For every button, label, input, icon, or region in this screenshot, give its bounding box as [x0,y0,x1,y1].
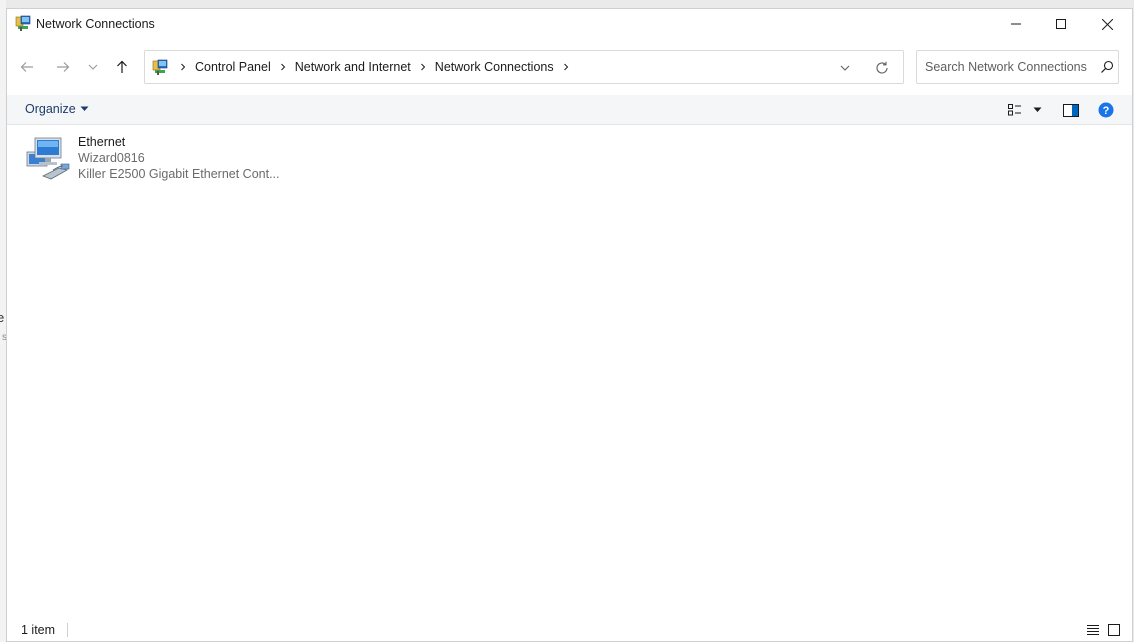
connection-name: Ethernet [78,135,126,149]
chevron-down-icon [840,65,850,71]
caret-down-icon [1033,107,1041,112]
background-text: e [0,310,5,325]
address-history-button[interactable] [837,60,853,76]
back-button[interactable] [13,50,41,84]
connection-adapter: Killer E2500 Gigabit Ethernet Cont... [78,167,280,181]
recent-locations-button[interactable] [81,50,105,84]
title-bar[interactable]: Network Connections [7,9,1132,39]
forward-arrow-icon [57,62,70,72]
status-bar: 1 item [7,617,1132,641]
back-arrow-icon [20,62,33,72]
up-arrow-icon [117,60,127,73]
details-view-button[interactable] [1086,623,1100,637]
breadcrumb-control-panel[interactable]: Control Panel [193,60,273,74]
item-count: 1 item [21,623,56,637]
details-view-icon [1087,625,1099,635]
status-divider [67,623,68,637]
list-item[interactable]: Ethernet Wizard0816 Killer E2500 Gigabit… [21,132,280,184]
forward-button[interactable] [49,50,77,84]
network-connections-icon [15,15,31,31]
preview-pane-button[interactable] [1062,101,1080,119]
chevron-down-icon [88,64,98,70]
svg-text:?: ? [1103,105,1110,117]
help-icon: ? [1098,102,1114,118]
search-icon[interactable] [1100,60,1114,74]
chevron-right-icon[interactable] [556,57,576,77]
minimize-button[interactable] [993,9,1039,39]
up-button[interactable] [108,50,136,84]
maximize-icon [1056,19,1066,29]
address-bar[interactable]: Control Panel Network and Internet Netwo… [144,50,904,84]
view-options-button[interactable] [1031,101,1043,119]
network-connections-window: Network Connections Control Panel Networ… [6,8,1133,642]
chevron-right-icon[interactable] [273,57,293,77]
maximize-button[interactable] [1038,9,1084,39]
search-input[interactable] [925,59,1095,75]
caret-down-icon [80,106,89,111]
breadcrumb: Control Panel Network and Internet Netwo… [173,51,576,83]
change-view-button[interactable] [1007,101,1023,119]
connections-list: Ethernet Wizard0816 Killer E2500 Gigabit… [7,126,1132,617]
window-title: Network Connections [36,17,155,31]
close-icon [1101,18,1113,30]
breadcrumb-network-and-internet[interactable]: Network and Internet [293,60,413,74]
large-icons-view-icon [1108,624,1120,636]
organize-label: Organize [25,102,76,116]
navigation-bar: Control Panel Network and Internet Netwo… [7,50,1132,84]
preview-pane-icon [1063,103,1079,117]
chevron-right-icon[interactable] [413,57,433,77]
refresh-icon [876,61,888,74]
organize-button[interactable]: Organize [25,102,89,116]
ethernet-adapter-icon [23,134,71,182]
large-icons-view-button[interactable] [1107,623,1121,637]
close-button[interactable] [1084,9,1130,39]
view-tiles-icon [1008,104,1021,116]
chevron-right-icon[interactable] [173,57,193,77]
breadcrumb-network-connections[interactable]: Network Connections [433,60,556,74]
command-bar: Organize ? [7,95,1132,125]
connection-network: Wizard0816 [78,151,145,165]
refresh-button[interactable] [874,60,890,76]
search-box[interactable] [916,50,1119,84]
control-panel-icon [152,59,168,75]
help-button[interactable]: ? [1097,101,1115,119]
minimize-icon [1011,23,1021,25]
